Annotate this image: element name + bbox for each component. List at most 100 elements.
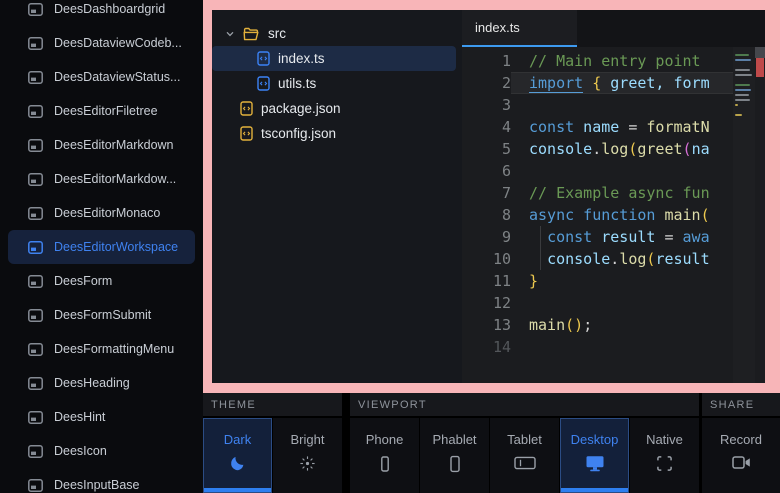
- line-number: 4: [462, 116, 511, 138]
- code-line: [529, 336, 733, 358]
- minimap-line: [735, 74, 752, 76]
- bright-button[interactable]: Bright: [273, 418, 342, 493]
- minimap-line: [735, 79, 753, 81]
- tree-item-tsconfig-json[interactable]: tsconfig.json: [212, 121, 456, 146]
- tree-item-src[interactable]: src: [212, 21, 456, 46]
- sidebar-item-deeseditormonaco[interactable]: DeesEditorMonaco: [8, 196, 195, 230]
- chevron-down-icon[interactable]: [225, 29, 235, 39]
- sidebar-item-label: DeesDataviewCodeb...: [54, 36, 182, 50]
- minimap-line: [735, 109, 753, 111]
- tree-item-index-ts[interactable]: index.ts: [212, 46, 456, 71]
- code-token: main: [664, 206, 700, 224]
- toolbar-button-label: Phablet: [432, 432, 476, 447]
- demo-stage-frame: srcindex.tsutils.tspackage.jsontsconfig.…: [203, 0, 780, 393]
- toolbar-button-label: Dark: [224, 432, 251, 447]
- code-line: import { greet, form: [511, 72, 733, 94]
- minimap[interactable]: [733, 47, 755, 383]
- code-token: formatN: [646, 118, 709, 136]
- tree-item-label: tsconfig.json: [261, 126, 336, 141]
- editor-tab-indexts[interactable]: index.ts: [462, 10, 577, 47]
- code-token: greet: [637, 140, 682, 158]
- line-number-gutter: 1234567891011121314: [462, 47, 511, 383]
- minimap-line: [735, 99, 750, 101]
- code-token: {: [592, 74, 601, 92]
- sidebar-item-label: DeesHint: [54, 410, 105, 424]
- sidebar-item-deeshint[interactable]: DeesHint: [8, 400, 195, 434]
- sidebar-item-deeseditorfiletree[interactable]: DeesEditorFiletree: [8, 94, 195, 128]
- component-icon: [28, 411, 43, 424]
- overview-ruler[interactable]: [755, 47, 765, 383]
- sidebar-item-deesdataviewstatus[interactable]: DeesDataviewStatus...: [8, 60, 195, 94]
- sidebar-item-label: DeesEditorMarkdow...: [54, 172, 176, 186]
- component-icon: [28, 377, 43, 390]
- toolbar-button-label: Bright: [291, 432, 325, 447]
- native-icon: [656, 455, 673, 472]
- line-number: 11: [462, 270, 511, 292]
- code-token: // Main entry point: [529, 52, 701, 70]
- dark-button[interactable]: Dark: [203, 418, 272, 493]
- sidebar-item-deesdataviewcodeb[interactable]: DeesDataviewCodeb...: [8, 26, 195, 60]
- scrollbar-thumb[interactable]: [755, 47, 765, 58]
- toolbar-button-row-viewport: Phone Phablet Tablet Desktop Native: [350, 418, 699, 493]
- desktop-button[interactable]: Desktop: [560, 418, 629, 493]
- component-sidebar: DeesDashboardgrid DeesDataviewCodeb... Dee…: [0, 0, 203, 493]
- component-icon: [28, 37, 43, 50]
- phablet-button[interactable]: Phablet: [420, 418, 489, 493]
- code-area[interactable]: 1234567891011121314 // Main entry pointi…: [462, 47, 765, 383]
- phone-button[interactable]: Phone: [350, 418, 419, 493]
- code-token: name: [574, 118, 628, 136]
- toolbar-section-header-share: SHARE: [702, 393, 780, 416]
- code-token: awa: [683, 228, 710, 246]
- code-token: console: [547, 250, 610, 268]
- tablet-button[interactable]: Tablet: [490, 418, 559, 493]
- sidebar-item-deesinputbase[interactable]: DeesInputBase: [8, 468, 195, 493]
- minimap-line: [735, 119, 753, 121]
- toolbar-button-row-share: Record: [702, 418, 780, 493]
- phone-icon: [377, 455, 393, 473]
- code-line: main();: [529, 314, 733, 336]
- sidebar-item-deesform[interactable]: DeesForm: [8, 264, 195, 298]
- line-number: 1: [462, 50, 511, 72]
- sidebar-item-deesformsubmit[interactable]: DeesFormSubmit: [8, 298, 195, 332]
- sun-icon: [299, 455, 316, 472]
- sidebar-item-deeseditorworkspace[interactable]: DeesEditorWorkspace: [8, 230, 195, 264]
- phablet-icon: [447, 455, 463, 473]
- sidebar-item-deeseditormarkdown[interactable]: DeesEditorMarkdown: [8, 128, 195, 162]
- code-token: greet, form: [601, 74, 709, 92]
- code-token: (: [701, 206, 710, 224]
- code-token: }: [529, 272, 538, 290]
- tree-item-label: index.ts: [278, 51, 325, 66]
- tree-item-utils-ts[interactable]: utils.ts: [212, 71, 456, 96]
- code-line: const name = formatN: [529, 116, 733, 138]
- component-icon: [28, 207, 43, 220]
- record-button[interactable]: Record: [702, 418, 780, 493]
- component-icon: [28, 241, 43, 254]
- code-token: (): [565, 316, 583, 334]
- file-code-icon: [240, 101, 253, 116]
- indent-guide: [540, 248, 541, 270]
- tree-item-package-json[interactable]: package.json: [212, 96, 456, 121]
- code-line: console.log(greet(na: [529, 138, 733, 160]
- toolbar-button-label: Desktop: [571, 432, 619, 447]
- code-token: const: [547, 228, 592, 246]
- sidebar-item-label: DeesEditorMonaco: [54, 206, 160, 220]
- code-token: async function: [529, 206, 664, 224]
- code-token: result: [592, 228, 664, 246]
- sidebar-item-deesformattingmenu[interactable]: DeesFormattingMenu: [8, 332, 195, 366]
- code-lines: // Main entry point import { greet, form c…: [511, 47, 733, 383]
- sidebar-item-deeseditormarkdow[interactable]: DeesEditorMarkdow...: [8, 162, 195, 196]
- code-token: .: [610, 250, 619, 268]
- native-button[interactable]: Native: [630, 418, 699, 493]
- code-token: (: [683, 140, 692, 158]
- sidebar-item-label: DeesHeading: [54, 376, 130, 390]
- overview-ruler-marker: [756, 58, 764, 77]
- code-token: =: [664, 228, 682, 246]
- line-number: 12: [462, 292, 511, 314]
- sidebar-item-deesdashboardgrid[interactable]: DeesDashboardgrid: [8, 0, 195, 26]
- sidebar-item-deesicon[interactable]: DeesIcon: [8, 434, 195, 468]
- toolbar-section-viewport: VIEWPORTPhonePhabletTabletDesktopNative: [350, 393, 699, 493]
- sidebar-item-deesheading[interactable]: DeesHeading: [8, 366, 195, 400]
- file-code-icon: [257, 51, 270, 66]
- component-icon: [28, 275, 43, 288]
- minimap-line: [735, 94, 749, 96]
